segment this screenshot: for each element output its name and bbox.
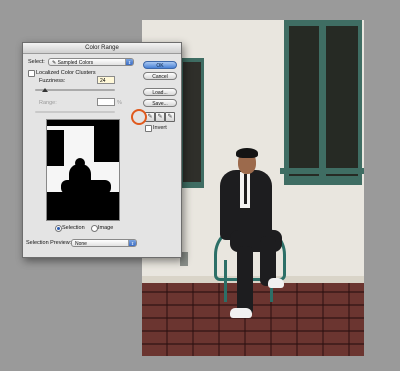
image-radio-label: Image [98,225,114,231]
selection-radio[interactable] [55,225,62,232]
highlight-ring [131,109,147,125]
range-input[interactable] [97,98,115,106]
invert-label: Invert [153,125,167,131]
shoe [230,308,252,318]
load-button[interactable]: Load... [143,88,177,96]
invert-checkbox[interactable] [145,125,152,132]
fuzziness-slider-knob[interactable] [41,88,48,92]
image-radio[interactable] [91,225,98,232]
selection-preview-label: Selection Preview: [26,240,72,246]
selection-radio-label: Selection [62,225,85,231]
fuzziness-label: Fuzziness: [39,78,66,84]
cancel-button[interactable]: Cancel [143,72,177,80]
dialog-title: Color Range [23,43,181,54]
range-slider[interactable] [35,111,115,113]
range-label: Range: [39,100,57,106]
fuzziness-input[interactable]: 24 [97,76,115,84]
localized-color-clusters-checkbox[interactable] [28,70,35,77]
localized-color-clusters-label: Localized Color Clusters [36,70,96,76]
color-range-dialog: Color Range Select: ✎ Sampled Colors ⇕ L… [22,42,182,258]
range-unit: % [117,100,122,106]
select-dropdown[interactable]: ✎ Sampled Colors ⇕ [48,58,134,66]
eyedropper-minus-icon[interactable]: ✎ [165,112,175,122]
eyedropper-plus-icon[interactable]: ✎ [155,112,165,122]
ok-button[interactable]: OK [143,61,177,69]
save-button[interactable]: Save... [143,99,177,107]
selection-preview-image[interactable] [46,119,120,221]
chevron-updown-icon: ⇕ [128,240,136,246]
chevron-updown-icon: ⇕ [125,59,133,65]
selection-preview-dropdown[interactable]: None ⇕ [71,239,137,247]
select-label: Select: [28,59,45,65]
